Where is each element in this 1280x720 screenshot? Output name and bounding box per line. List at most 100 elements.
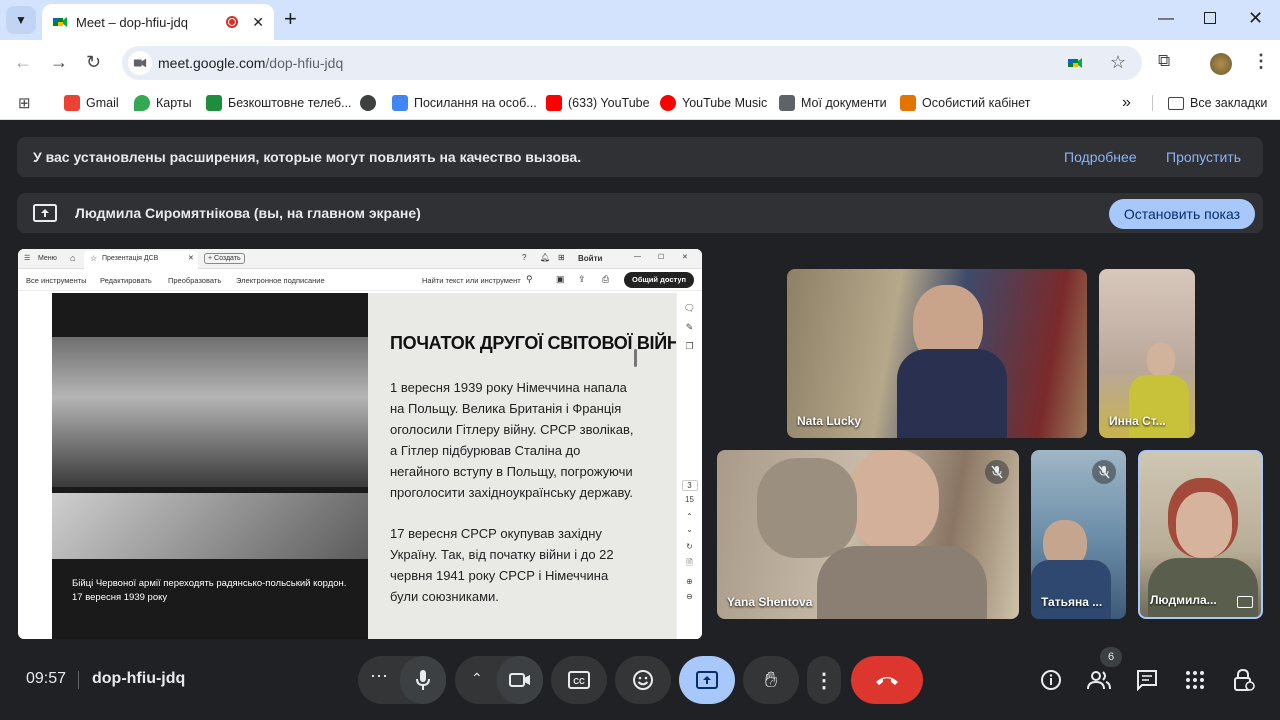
chevron-down-icon[interactable]: ⌄: [677, 525, 702, 534]
extensions-icon[interactable]: ⧉: [1158, 51, 1170, 71]
share-button[interactable]: Общий доступ: [624, 272, 695, 288]
all-bookmarks[interactable]: Все закладки: [1168, 93, 1267, 113]
find-field[interactable]: Найти текст или инструмент: [422, 276, 521, 285]
participant-tile-tatiana[interactable]: Татьяна ...: [1031, 450, 1126, 619]
chevron-up-icon[interactable]: ⌃: [677, 512, 702, 521]
participant-tile-yana[interactable]: Yana Shentova: [717, 450, 1019, 619]
profile-avatar[interactable]: [1210, 53, 1232, 75]
search-icon[interactable]: ⚲: [526, 274, 533, 285]
bookmark-youtube[interactable]: (633) YouTube: [546, 93, 650, 113]
browser-tab[interactable]: Meet – dop-hfiu-jdq ✕: [42, 4, 274, 40]
more-info-link[interactable]: Подробнее: [1064, 149, 1137, 165]
close-window-icon[interactable]: ✕: [682, 253, 688, 261]
shared-screen: ☰ Меню ⌂ ☆ Презентація ДСВ ✕ + Создать ?…: [18, 249, 702, 639]
menu-kebab-icon[interactable]: ⋮: [1252, 51, 1270, 71]
tool-all[interactable]: Все инструменты: [26, 276, 87, 285]
bookmark-cabinet[interactable]: Особистий кабінет: [900, 93, 1030, 113]
annotate-icon[interactable]: ✎: [677, 322, 702, 333]
reactions-button[interactable]: [615, 656, 671, 704]
hamburger-icon[interactable]: ☰: [24, 254, 30, 262]
bookmark-tv[interactable]: Безкоштовне телеб...: [206, 93, 352, 113]
bookmark-star-icon[interactable]: ☆: [1110, 52, 1126, 73]
create-button[interactable]: + Создать: [204, 253, 245, 264]
pdf-doc-tab[interactable]: ☆ Презентація ДСВ ✕: [84, 251, 198, 269]
forward-icon[interactable]: →: [50, 52, 68, 72]
rotate-icon[interactable]: ↻: [677, 542, 702, 551]
browser-toolbar: ← → ↻ meet.google.com/dop-hfiu-jdq ☆ ⧉ ⋮: [0, 40, 1280, 86]
present-screen-icon: [696, 671, 718, 689]
bell-icon[interactable]: 🔔︎: [540, 253, 550, 262]
camera-button[interactable]: [497, 656, 543, 704]
zoom-out-icon[interactable]: ⊖: [677, 592, 702, 601]
print-icon[interactable]: ⎙: [602, 274, 609, 285]
tool-convert[interactable]: Преобразовать: [168, 276, 221, 285]
site-info-icon[interactable]: [128, 51, 152, 75]
zoom-in-icon[interactable]: ⊕: [677, 577, 702, 586]
tool-sign[interactable]: Электронное подписание: [236, 276, 325, 285]
participant-tile-lyudmila[interactable]: Людмила...: [1138, 450, 1263, 619]
new-tab-icon[interactable]: +: [284, 8, 297, 30]
stop-presenting-button[interactable]: Остановить показ: [1108, 199, 1255, 229]
captions-button[interactable]: CC: [551, 656, 607, 704]
slide-paragraph-1: 1 вересня 1939 року Німеччина напала на …: [390, 380, 634, 500]
copy-icon[interactable]: ❐: [677, 341, 702, 352]
bookmark-globe[interactable]: [360, 93, 382, 113]
close-window-icon[interactable]: ✕: [1248, 8, 1263, 29]
bookmark-links[interactable]: Посилання на особ...: [392, 93, 537, 113]
bookmark-documents[interactable]: Мої документи: [779, 93, 887, 113]
more-options-button[interactable]: ⋮: [807, 656, 841, 704]
back-icon[interactable]: ←: [14, 52, 32, 72]
url-text: meet.google.com/dop-hfiu-jdq: [158, 55, 344, 71]
activities-icon[interactable]: [1183, 668, 1207, 692]
scrollbar-thumb[interactable]: [634, 349, 637, 367]
menu-label[interactable]: Меню: [38, 255, 57, 262]
help-icon[interactable]: ?: [522, 253, 526, 262]
people-icon[interactable]: [1087, 668, 1111, 692]
more-bookmarks-icon[interactable]: »: [1122, 93, 1131, 113]
meet-extension-icon[interactable]: [1066, 55, 1084, 71]
participant-tile-nata[interactable]: Nata Lucky: [787, 269, 1087, 438]
close-icon[interactable]: ✕: [188, 254, 194, 262]
participant-body: [1031, 560, 1111, 619]
close-tab-icon[interactable]: ✕: [252, 14, 264, 31]
minimize-icon[interactable]: —: [634, 253, 641, 260]
photo-lower: [52, 493, 368, 559]
reload-icon[interactable]: ↻: [86, 52, 101, 72]
chevron-up-icon[interactable]: ⌃: [471, 670, 483, 687]
home-icon[interactable]: ⌂: [70, 253, 75, 263]
comment-icon[interactable]: 🗨︎: [677, 303, 702, 314]
youtube-music-icon: [660, 95, 676, 111]
meeting-code: dop-hfiu-jdq: [92, 670, 186, 687]
tab-search-button[interactable]: ▼: [6, 6, 36, 34]
save-icon[interactable]: ▣: [556, 274, 565, 285]
bookmark-maps[interactable]: Карты: [134, 93, 192, 113]
skip-link[interactable]: Пропустить: [1166, 149, 1241, 165]
raise-hand-button[interactable]: ✋︎: [743, 656, 799, 704]
leave-call-button[interactable]: [851, 656, 923, 704]
present-button[interactable]: [679, 656, 735, 704]
maximize-icon[interactable]: [1204, 12, 1216, 24]
meeting-info-icon[interactable]: [1039, 668, 1063, 692]
bookmark-gmail[interactable]: Gmail: [64, 93, 119, 113]
divider: [78, 671, 79, 689]
login-button[interactable]: Войти: [578, 254, 602, 263]
file-icon[interactable]: 🗎︎: [677, 557, 702, 571]
upload-icon[interactable]: ⇪: [578, 274, 586, 285]
tool-edit[interactable]: Редактировать: [100, 276, 152, 285]
participants-count-badge: 6: [1100, 647, 1122, 667]
chat-icon[interactable]: [1135, 668, 1159, 692]
participant-tile-inna[interactable]: Инна Ст...: [1099, 269, 1195, 438]
apps-icon[interactable]: ⊞: [558, 253, 565, 262]
minimize-icon[interactable]: —: [1158, 10, 1174, 28]
more-horizontal-icon[interactable]: ⋯: [370, 666, 388, 687]
bookmark-youtube-music[interactable]: YouTube Music: [660, 93, 767, 113]
maximize-icon[interactable]: ☐: [658, 253, 664, 261]
mic-button[interactable]: [400, 656, 446, 704]
address-bar[interactable]: meet.google.com/dop-hfiu-jdq ☆: [122, 46, 1142, 80]
globe-icon: [360, 95, 376, 111]
pdf-side-rail: 🗨︎ ✎ ❐ 3 15 ⌃ ⌄ ↻ 🗎︎ ⊕ ⊖: [676, 293, 702, 639]
apps-grid-icon[interactable]: ⊞: [18, 93, 31, 113]
page-number[interactable]: 3: [681, 480, 698, 491]
host-controls-icon[interactable]: [1232, 668, 1256, 692]
presenting-text: Людмила Сиромятнікова (вы, на главном эк…: [75, 205, 421, 221]
